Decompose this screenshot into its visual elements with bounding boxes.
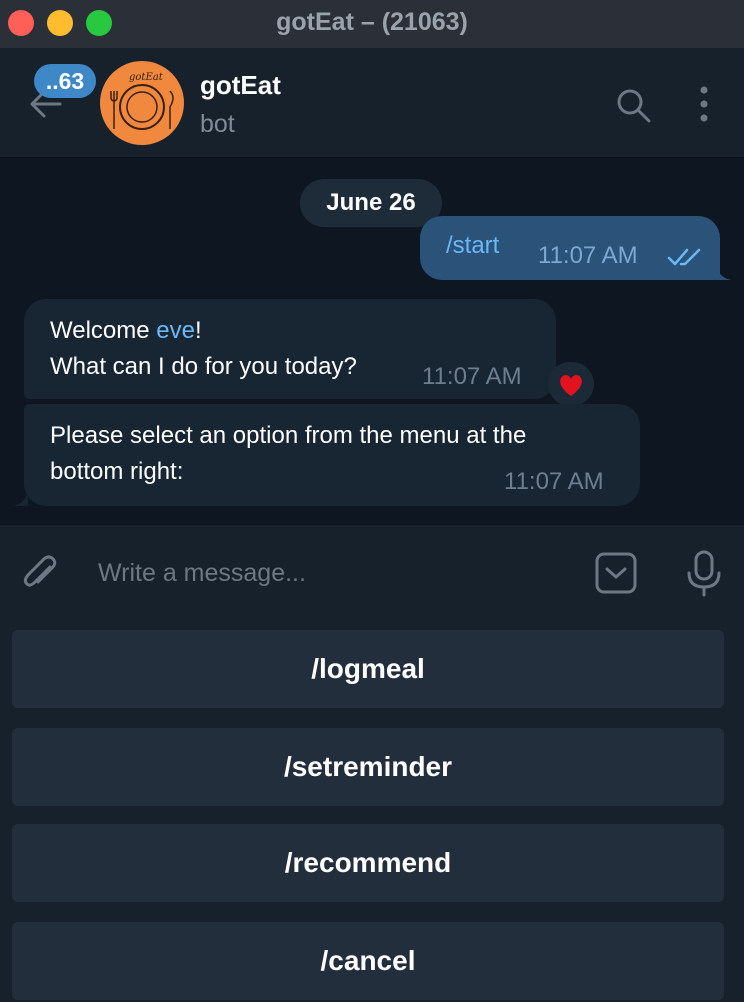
recommend-command-button[interactable]: /recommend [12, 824, 724, 902]
bot-reply-keyboard: /logmeal /setreminder /recommend /cancel [0, 621, 744, 1002]
avatar[interactable]: gotEat [100, 61, 184, 145]
message-text: Welcome eve! [50, 317, 202, 344]
reaction-badge[interactable] [548, 362, 594, 406]
outgoing-message[interactable]: /start 11:07 AM [420, 216, 732, 280]
user-mention-link[interactable]: eve [156, 317, 195, 344]
message-input[interactable] [98, 549, 568, 597]
microphone-icon[interactable] [684, 549, 724, 597]
message-time: 11:07 AM [538, 242, 638, 269]
date-separator: June 26 [300, 179, 442, 227]
unread-count-badge[interactable]: ..63 [34, 64, 96, 98]
window-titlebar: gotEat – (21063) [0, 0, 744, 48]
message-text-line: bottom right: [50, 458, 184, 485]
message-text-line: What can I do for you today? [50, 353, 357, 380]
bubble-tail [716, 264, 732, 280]
search-icon[interactable] [614, 86, 654, 126]
message-time: 11:07 AM [504, 468, 604, 495]
chat-header: ..63 gotEat gotEat bot [0, 48, 744, 158]
incoming-message[interactable]: Welcome eve! What can I do for you today… [24, 299, 556, 399]
message-time: 11:07 AM [422, 363, 522, 390]
incoming-message[interactable]: Please select an option from the menu at… [12, 404, 640, 506]
logmeal-command-button[interactable]: /logmeal [12, 630, 724, 708]
bot-keyboard-toggle-icon[interactable] [594, 551, 638, 595]
more-options-icon[interactable] [694, 84, 714, 124]
chat-name[interactable]: gotEat [200, 70, 281, 101]
read-receipt-icon [667, 248, 701, 266]
red-heart-icon [560, 375, 582, 396]
bubble-tail [12, 490, 28, 506]
window-title: gotEat – (21063) [276, 8, 468, 36]
message-list[interactable]: June 26 /start 11:07 AM Welcome eve! Wha… [0, 159, 744, 525]
message-composer [0, 525, 744, 621]
paperclip-icon[interactable] [20, 553, 62, 595]
message-text-line: Please select an option from the menu at… [50, 422, 527, 449]
chat-status: bot [200, 110, 235, 138]
plate-logo-icon: gotEat [110, 72, 174, 130]
message-text[interactable]: /start [446, 232, 499, 260]
svg-text:gotEat: gotEat [129, 72, 164, 83]
cancel-command-button[interactable]: /cancel [12, 922, 724, 1000]
setreminder-command-button[interactable]: /setreminder [12, 728, 724, 806]
